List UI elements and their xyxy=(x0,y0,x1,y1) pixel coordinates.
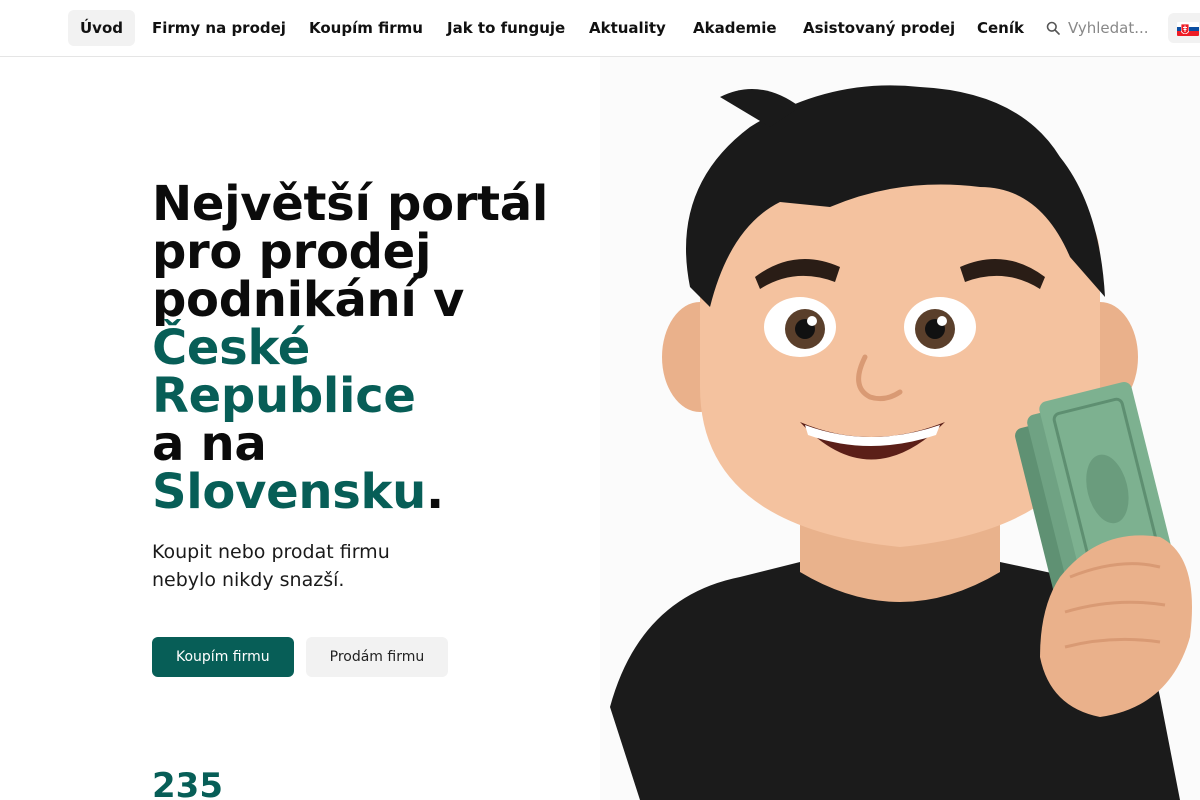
search-icon xyxy=(1046,21,1060,35)
nav-item-aktuality[interactable]: Aktuality xyxy=(577,10,678,46)
nav-item-koupim-firmu[interactable]: Koupím firmu xyxy=(297,10,435,46)
buy-company-button[interactable]: Koupím firmu xyxy=(152,637,294,677)
stat-counter: 235 xyxy=(152,766,223,800)
cartoon-man-holding-money-image xyxy=(610,85,1192,800)
top-navigation: Úvod Firmy na prodej Koupím firmu Jak to… xyxy=(0,0,1200,57)
headline-accent-slovensku: Slovensku xyxy=(152,464,426,520)
language-switcher[interactable] xyxy=(1168,13,1200,43)
nav-item-jak-to-funguje[interactable]: Jak to funguje xyxy=(435,10,577,46)
nav-item-cenik[interactable]: Ceník xyxy=(965,10,1036,46)
hero-subtitle: Koupit nebo prodat firmu nebylo nikdy sn… xyxy=(152,541,390,591)
nav-item-asistovany-prodej[interactable]: Asistovaný prodej xyxy=(791,10,967,46)
hero-illustration xyxy=(600,57,1200,800)
nav-item-firmy-na-prodej[interactable]: Firmy na prodej xyxy=(140,10,298,46)
search-box[interactable] xyxy=(1036,10,1158,46)
hero-buttons: Koupím firmu Prodám firmu xyxy=(152,637,449,677)
nav-item-akademie[interactable]: Akademie xyxy=(681,10,789,46)
slovak-flag-icon xyxy=(1177,22,1199,36)
nav-item-uvod[interactable]: Úvod xyxy=(68,10,136,46)
sell-company-button[interactable]: Prodám firmu xyxy=(305,637,449,677)
headline-period: . xyxy=(425,464,444,520)
hero-headline: Největší portál pro prodej podnikání v Č… xyxy=(152,180,592,516)
search-input[interactable] xyxy=(1068,19,1158,37)
hero-section: Největší portál pro prodej podnikání v Č… xyxy=(152,180,592,594)
